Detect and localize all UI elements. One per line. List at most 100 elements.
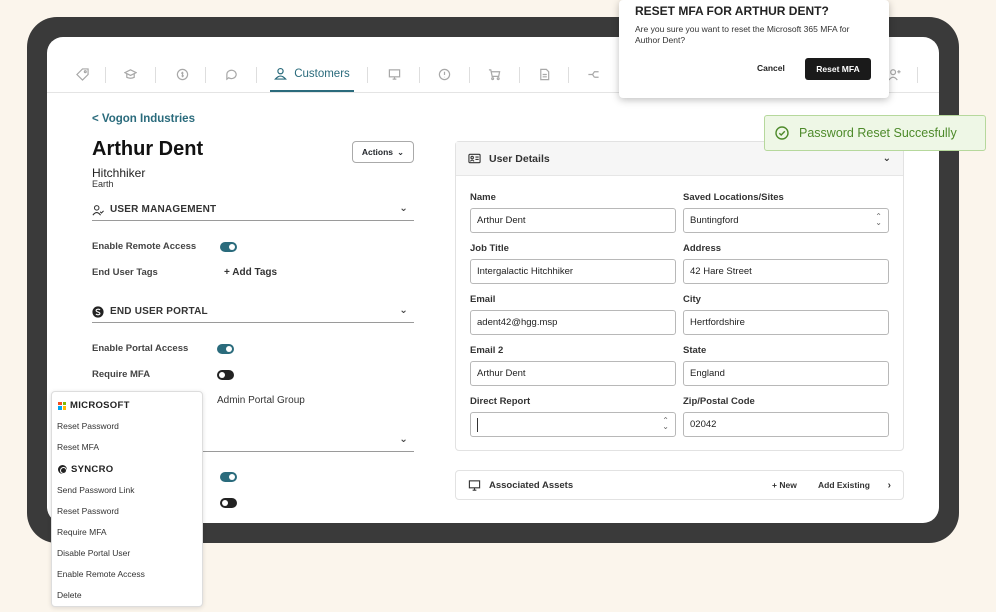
tab-billing[interactable] [169, 57, 195, 92]
actions-dropdown-button[interactable]: Actions ⌄ [352, 141, 414, 163]
direct-report-select[interactable]: ⌃ ⌄ [470, 412, 676, 437]
text-cursor [477, 417, 478, 432]
microsoft-logo-icon [58, 401, 66, 410]
user-icon [274, 67, 288, 80]
portal-access-toggle[interactable] [217, 344, 234, 354]
new-asset-button[interactable]: + New [772, 480, 797, 490]
tab-purchases[interactable] [481, 57, 507, 92]
actions-menu: MICROSOFT Reset Password Reset MFA SYNCR… [51, 391, 203, 607]
state-value: England [690, 368, 725, 379]
alert-icon [438, 68, 450, 81]
email2-value: Arthur Dent [477, 368, 526, 379]
monitor-icon [468, 479, 481, 491]
chevron-down-icon: ⌄ [399, 203, 408, 214]
tab-divider [105, 67, 106, 83]
menu-item-delete[interactable]: Delete [57, 590, 82, 600]
tab-documents[interactable] [531, 57, 557, 92]
city-label: City [683, 294, 701, 305]
address-value: 42 Hare Street [690, 266, 752, 277]
tab-divider [256, 67, 257, 83]
menu-item-require-mfa[interactable]: Require MFA [57, 527, 107, 537]
portal-access-label: Enable Portal Access [92, 343, 189, 354]
tab-workflows[interactable] [580, 57, 606, 92]
tab-divider [519, 67, 520, 83]
add-tags-link[interactable]: + Add Tags [224, 267, 277, 278]
chevron-down-icon: ⌄ [399, 434, 408, 445]
tab-customers[interactable]: Customers [270, 57, 354, 92]
name-input[interactable]: Arthur Dent [470, 208, 676, 233]
dialog-title: RESET MFA FOR ARTHUR DENT? [635, 4, 829, 18]
menu-item-disable-portal-user[interactable]: Disable Portal User [57, 548, 130, 558]
chat-icon [225, 69, 237, 81]
email-label: Email [470, 294, 496, 305]
user-details-heading: User Details [489, 152, 550, 165]
menu-item-ms-reset-mfa[interactable]: Reset MFA [57, 442, 99, 452]
tab-messages[interactable] [218, 57, 244, 92]
city-input[interactable]: Hertfordshire [683, 310, 889, 335]
saved-locations-select[interactable]: Buntingford ⌃ ⌄ [683, 208, 889, 233]
updown-chevron-icon: ⌃ ⌄ [875, 212, 882, 227]
remote-access-toggle[interactable] [220, 242, 237, 252]
saved-locations-value: Buntingford [690, 215, 739, 226]
associated-assets-panel[interactable]: Associated Assets + New Add Existing › [455, 470, 904, 500]
zip-label: Zip/Postal Code [683, 396, 755, 407]
user-management-heading: USER MANAGEMENT [110, 204, 217, 215]
chevron-right-icon[interactable]: › [888, 480, 891, 491]
user-management-section-header[interactable]: USER MANAGEMENT ⌄ [92, 199, 414, 221]
flow-icon [587, 71, 599, 78]
menu-item-enable-remote-access[interactable]: Enable Remote Access [57, 569, 145, 579]
syncro-logo-icon [58, 465, 67, 474]
associated-assets-heading: Associated Assets [489, 479, 574, 491]
tab-divider [205, 67, 206, 83]
cancel-button[interactable]: Cancel [757, 63, 785, 73]
zip-input[interactable]: 02042 [683, 412, 889, 437]
actions-button-label: Actions [361, 147, 394, 157]
user-check-icon [92, 204, 104, 215]
chevron-down-icon: ⌄ [399, 305, 408, 316]
address-input[interactable]: 42 Hare Street [683, 259, 889, 284]
tab-assets[interactable] [381, 57, 407, 92]
email-input[interactable]: adent42@hgg.msp [470, 310, 676, 335]
city-value: Hertfordshire [690, 317, 745, 328]
email2-input[interactable]: Arthur Dent [470, 361, 676, 386]
microsoft-heading: MICROSOFT [70, 400, 130, 411]
job-title-value: Intergalactic Hitchhiker [477, 266, 574, 277]
tab-divider [419, 67, 420, 83]
customer-role: Hitchhiker [92, 166, 146, 180]
require-mfa-label: Require MFA [92, 369, 151, 380]
extra-toggle-off[interactable] [220, 498, 237, 508]
document-icon [539, 68, 549, 81]
job-title-input[interactable]: Intergalactic Hitchhiker [470, 259, 676, 284]
syncro-logo-icon [92, 305, 104, 318]
state-label: State [683, 345, 707, 356]
address-label: Address [683, 243, 722, 254]
collapsed-section-header[interactable]: ⌄ [203, 430, 414, 452]
direct-report-label: Direct Report [470, 396, 531, 407]
end-user-portal-section-header[interactable]: END USER PORTAL ⌄ [92, 301, 414, 323]
add-existing-asset-button[interactable]: Add Existing [818, 480, 870, 490]
customer-name: Arthur Dent [92, 138, 204, 160]
state-input[interactable]: England [683, 361, 889, 386]
remote-access-label: Enable Remote Access [92, 241, 197, 252]
name-value: Arthur Dent [477, 215, 526, 226]
id-card-icon [468, 153, 481, 164]
tag-icon [75, 68, 89, 81]
back-to-company-link[interactable]: < Vogon Industries [92, 113, 195, 125]
tab-divider [469, 67, 470, 83]
tab-alerts[interactable] [431, 57, 457, 92]
tab-divider [367, 67, 368, 83]
extra-toggle-on[interactable] [220, 472, 237, 482]
menu-item-ms-reset-password[interactable]: Reset Password [57, 421, 119, 431]
menu-group-syncro: SYNCRO [58, 464, 113, 475]
menu-item-send-password-link[interactable]: Send Password Link [57, 485, 135, 495]
require-mfa-toggle[interactable] [217, 370, 234, 380]
reset-mfa-confirm-button[interactable]: Reset MFA [805, 58, 871, 80]
money-icon [176, 68, 188, 81]
tab-tag[interactable] [69, 57, 95, 92]
menu-item-syncro-reset-password[interactable]: Reset Password [57, 506, 119, 516]
chevron-down-icon: ⌄ [882, 153, 891, 164]
tab-training[interactable] [117, 57, 143, 92]
end-user-tags-label: End User Tags [92, 267, 158, 278]
customer-location: Earth [92, 179, 114, 189]
grad-cap-icon [123, 69, 137, 79]
